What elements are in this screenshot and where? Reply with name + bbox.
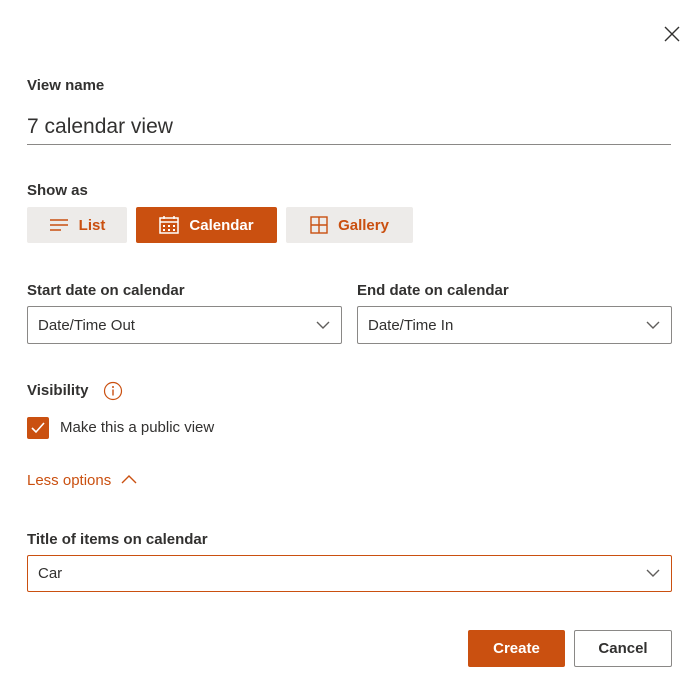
less-options-label: Less options [27, 472, 112, 489]
list-label: List [78, 216, 106, 234]
less-options-link[interactable]: Less options [27, 472, 138, 489]
public-view-checkbox[interactable] [27, 417, 49, 439]
chevron-down-icon [645, 318, 661, 335]
public-view-label: Make this a public view [60, 419, 215, 436]
view-name-input[interactable] [27, 110, 671, 145]
end-date-value: Date/Time In [368, 316, 454, 334]
show-as-label: Show as [27, 182, 88, 199]
close-icon[interactable] [660, 22, 684, 46]
calendar-icon [159, 216, 180, 234]
start-date-value: Date/Time Out [38, 316, 135, 334]
title-items-dropdown[interactable]: Car [27, 555, 672, 592]
view-name-label: View name [27, 77, 105, 94]
gallery-icon [310, 216, 328, 234]
start-date-label: Start date on calendar [27, 282, 185, 299]
chevron-down-icon [645, 566, 661, 583]
visibility-label: Visibility [27, 382, 89, 399]
chevron-down-icon [315, 318, 331, 335]
create-view-dialog: View name Show as List Calendar [0, 0, 698, 697]
show-as-list-button[interactable]: List [27, 207, 127, 243]
gallery-label: Gallery [338, 216, 389, 234]
list-icon [49, 218, 69, 232]
show-as-calendar-button[interactable]: Calendar [136, 207, 277, 243]
show-as-gallery-button[interactable]: Gallery [286, 207, 413, 243]
info-icon[interactable] [103, 381, 123, 406]
start-date-dropdown[interactable]: Date/Time Out [27, 306, 342, 344]
title-items-label: Title of items on calendar [27, 531, 208, 548]
cancel-button[interactable]: Cancel [574, 630, 672, 667]
chevron-up-icon [120, 472, 138, 489]
end-date-dropdown[interactable]: Date/Time In [357, 306, 672, 344]
create-button[interactable]: Create [468, 630, 565, 667]
end-date-label: End date on calendar [357, 282, 509, 299]
calendar-label: Calendar [189, 216, 254, 234]
title-items-value: Car [38, 565, 63, 582]
